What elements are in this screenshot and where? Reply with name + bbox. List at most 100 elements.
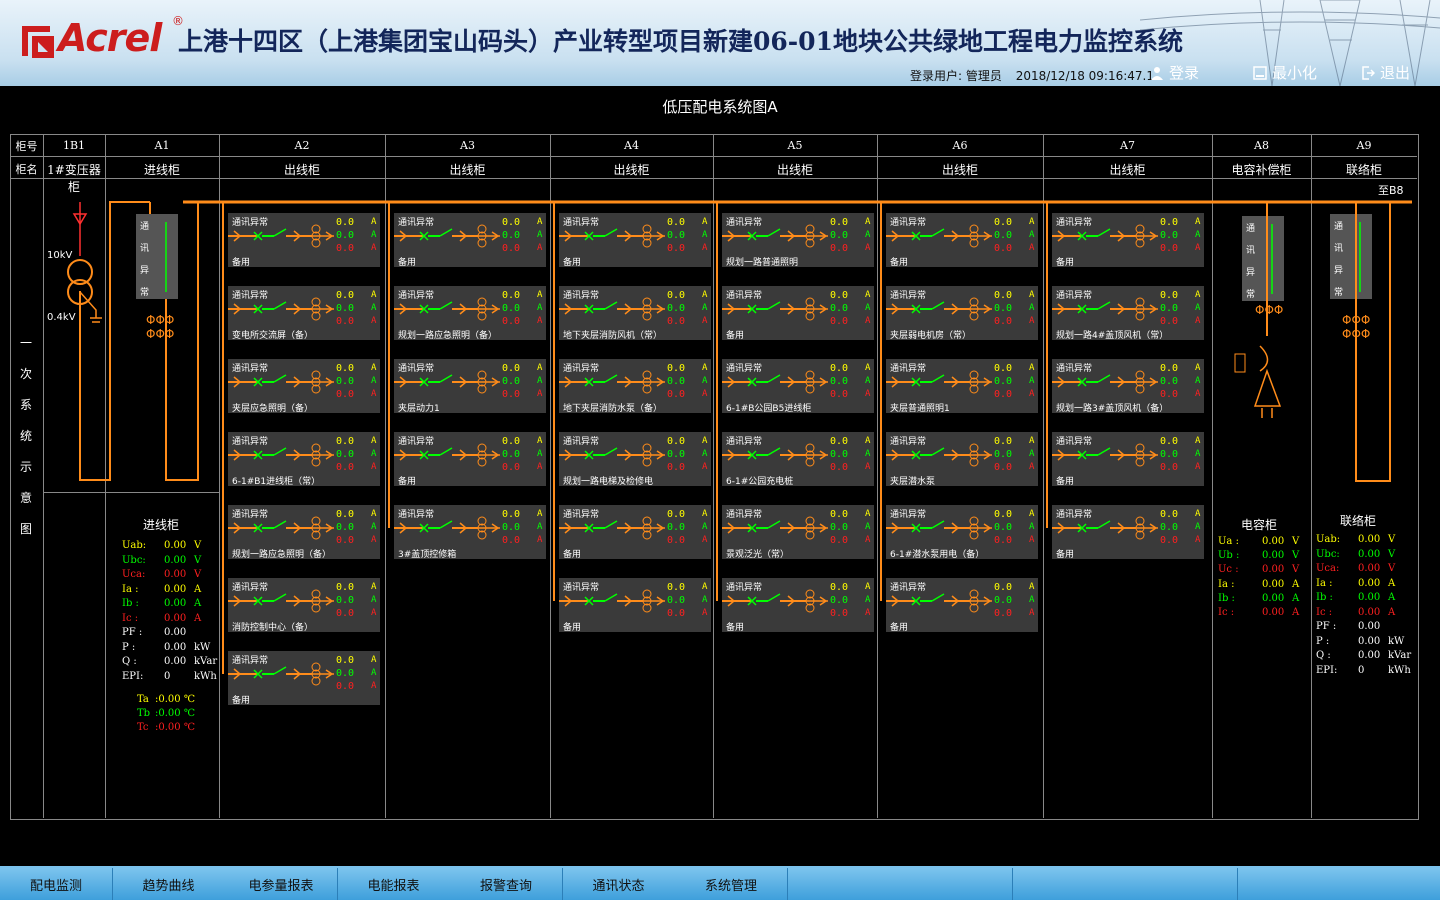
- feeder-switch-icon: [886, 224, 992, 248]
- feeder-current-unit: A: [702, 303, 708, 313]
- feeder-current-unit: A: [371, 243, 377, 253]
- feeder-current-value: 0.0: [336, 582, 355, 593]
- feeder-card[interactable]: 通讯异常 0.0 A 0.0 A 0.0 A 备用: [228, 213, 380, 268]
- feeder-current-value: 0.0: [667, 436, 686, 447]
- feeder-current-value: 0.0: [830, 230, 849, 241]
- feeder-name: 备用: [726, 331, 745, 341]
- feeder-current-value: 0.0: [667, 389, 686, 400]
- feeder-current-unit: A: [702, 376, 708, 386]
- meter-value: 0.00: [164, 583, 187, 595]
- feeder-current-unit: A: [1029, 436, 1035, 446]
- nav-tab[interactable]: [1237, 868, 1351, 900]
- feeder-card[interactable]: 通讯异常 0.0 A 0.0 A 0.0 A 规划一路4#盖顶风机（常）: [1052, 286, 1204, 341]
- feeder-current-unit: A: [537, 363, 543, 373]
- feeder-current-unit: A: [702, 509, 708, 519]
- feeder-card[interactable]: 通讯异常 0.0 A 0.0 A 0.0 A 6-1#B1进线柜（常）: [228, 432, 380, 487]
- feeder-card[interactable]: 通讯异常 0.0 A 0.0 A 0.0 A 规划一路普通照明: [722, 213, 874, 268]
- feeder-current-unit: A: [1195, 217, 1201, 227]
- nav-tab[interactable]: [1125, 868, 1238, 900]
- login-status: 登录用户: 管理员 2018/12/18 09:16:47.1: [910, 67, 1154, 84]
- feeder-card[interactable]: 通讯异常 0.0 A 0.0 A 0.0 A 规划一路电梯及检修电: [559, 432, 711, 487]
- feeder-current-value: 0.0: [994, 389, 1013, 400]
- feeder-name: 消防控制中心（备）: [232, 623, 314, 633]
- ct-icon: ΦΦΦ: [146, 313, 174, 327]
- feeder-current-value: 0.0: [1160, 376, 1179, 387]
- nav-tab[interactable]: 配电监测: [0, 868, 113, 900]
- feeder-card[interactable]: 通讯异常 0.0 A 0.0 A 0.0 A 规划一路应急照明（备）: [228, 505, 380, 560]
- feeder-card[interactable]: 通讯异常 0.0 A 0.0 A 0.0 A 备用: [1052, 432, 1204, 487]
- feeder-current-unit: A: [865, 376, 871, 386]
- feeder-card[interactable]: 通讯异常 0.0 A 0.0 A 0.0 A 备用: [1052, 505, 1204, 560]
- feeder-current-unit: A: [371, 389, 377, 399]
- feeder-card[interactable]: 通讯异常 0.0 A 0.0 A 0.0 A 夹层弱电机房（常）: [886, 286, 1038, 341]
- feeder-card[interactable]: 通讯异常 0.0 A 0.0 A 0.0 A 6-1#B公园B5进线柜: [722, 359, 874, 414]
- feeder-card[interactable]: 通讯异常 0.0 A 0.0 A 0.0 A 地下夹层消防水泵（备）: [559, 359, 711, 414]
- feeder-card[interactable]: 通讯异常 0.0 A 0.0 A 0.0 A 备用: [722, 286, 874, 341]
- feeder-card[interactable]: 通讯异常 0.0 A 0.0 A 0.0 A 地下夹层消防风机（常）: [559, 286, 711, 341]
- feeder-card[interactable]: 通讯异常 0.0 A 0.0 A 0.0 A 3#盖顶控修箱: [394, 505, 546, 560]
- to-b8-label: 至B8: [1378, 184, 1404, 197]
- feeder-card[interactable]: 通讯异常 0.0 A 0.0 A 0.0 A 备用: [1052, 213, 1204, 268]
- feeder-current-value: 0.0: [336, 449, 355, 460]
- feeder-card[interactable]: 通讯异常 0.0 A 0.0 A 0.0 A 备用: [228, 651, 380, 706]
- feeder-card[interactable]: 通讯异常 0.0 A 0.0 A 0.0 A 夹层应急照明（备）: [228, 359, 380, 414]
- feeder-card[interactable]: 通讯异常 0.0 A 0.0 A 0.0 A 备用: [886, 213, 1038, 268]
- feeder-card[interactable]: 通讯异常 0.0 A 0.0 A 0.0 A 备用: [394, 213, 546, 268]
- feeder-current-unit: A: [702, 462, 708, 472]
- feeder-current-unit: A: [371, 230, 377, 240]
- feeder-current-unit: A: [702, 290, 708, 300]
- feeder-name: 规划一路普通照明: [726, 258, 799, 268]
- nav-tab[interactable]: 报警查询: [450, 868, 563, 900]
- feeder-card[interactable]: 通讯异常 0.0 A 0.0 A 0.0 A 夹层动力1: [394, 359, 546, 414]
- feeder-switch-icon: [722, 516, 828, 540]
- meter-value: 0.00: [164, 569, 187, 580]
- feeder-card[interactable]: 通讯异常 0.0 A 0.0 A 0.0 A 6-1#潜水泵用电（备）: [886, 505, 1038, 560]
- meter-label: Ib :: [122, 598, 139, 609]
- nav-tab[interactable]: 电能报表: [337, 868, 451, 900]
- feeder-card[interactable]: 通讯异常 0.0 A 0.0 A 0.0 A 规划一路应急照明（备）: [394, 286, 546, 341]
- feeder-card[interactable]: 通讯异常 0.0 A 0.0 A 0.0 A 备用: [559, 505, 711, 560]
- feeder-switch-icon: [394, 297, 500, 321]
- feeder-card[interactable]: 通讯异常 0.0 A 0.0 A 0.0 A 景观泛光（常）: [722, 505, 874, 560]
- feeder-current-unit: A: [1195, 363, 1201, 373]
- meter-value: 0.00: [164, 554, 187, 566]
- nav-tab[interactable]: [1350, 868, 1440, 900]
- login-button-label: 登录: [1169, 64, 1200, 82]
- nav-tab[interactable]: [1012, 868, 1126, 900]
- meter-label: PF :: [1316, 621, 1337, 632]
- feeder-current-unit: A: [1029, 303, 1035, 313]
- feeder-card[interactable]: 通讯异常 0.0 A 0.0 A 0.0 A 6-1#公园充电桩: [722, 432, 874, 487]
- feeder-card[interactable]: 通讯异常 0.0 A 0.0 A 0.0 A 规划一路3#盖顶风机（备）: [1052, 359, 1204, 414]
- nav-tab[interactable]: 系统管理: [675, 868, 788, 900]
- meter-label: Ic :: [1218, 607, 1235, 618]
- exit-button[interactable]: 退出: [1361, 62, 1410, 83]
- feeder-card[interactable]: 通讯异常 0.0 A 0.0 A 0.0 A 备用: [559, 213, 711, 268]
- feeder-card[interactable]: 通讯异常 0.0 A 0.0 A 0.0 A 夹层普通照明1: [886, 359, 1038, 414]
- minimize-button[interactable]: 最小化: [1253, 62, 1317, 83]
- feeder-current-value: 0.0: [667, 243, 686, 254]
- feeder-current-unit: A: [537, 303, 543, 313]
- feeder-switch-icon: [228, 297, 334, 321]
- nav-tab[interactable]: 趋势曲线: [112, 868, 226, 900]
- feeder-current-value: 0.0: [667, 290, 686, 301]
- feeder-card[interactable]: 通讯异常 0.0 A 0.0 A 0.0 A 备用: [394, 432, 546, 487]
- feeder-name: 备用: [563, 623, 582, 633]
- feeder-card[interactable]: 通讯异常 0.0 A 0.0 A 0.0 A 备用: [886, 578, 1038, 633]
- nav-tab[interactable]: 电参量报表: [225, 868, 338, 900]
- feeder-card[interactable]: 通讯异常 0.0 A 0.0 A 0.0 A 变电所交流屏（备）: [228, 286, 380, 341]
- feeder-current-unit: A: [1029, 230, 1035, 240]
- feeder-card[interactable]: 通讯异常 0.0 A 0.0 A 0.0 A 消防控制中心（备）: [228, 578, 380, 633]
- feeder-current-value: 0.0: [336, 668, 355, 679]
- feeder-card[interactable]: 通讯异常 0.0 A 0.0 A 0.0 A 夹层潜水泵: [886, 432, 1038, 487]
- feeder-current-unit: A: [371, 595, 377, 605]
- feeder-card[interactable]: 通讯异常 0.0 A 0.0 A 0.0 A 备用: [559, 578, 711, 633]
- feeder-current-unit: A: [537, 376, 543, 386]
- feeder-current-unit: A: [702, 230, 708, 240]
- nav-tab[interactable]: [787, 868, 901, 900]
- nav-tab[interactable]: 通讯状态: [562, 868, 676, 900]
- login-button[interactable]: 登录: [1150, 62, 1199, 83]
- feeder-current-unit: A: [865, 608, 871, 618]
- feeder-card[interactable]: 通讯异常 0.0 A 0.0 A 0.0 A 备用: [722, 578, 874, 633]
- nav-tab[interactable]: [900, 868, 1013, 900]
- incoming-meter-title: 进线柜: [143, 518, 180, 532]
